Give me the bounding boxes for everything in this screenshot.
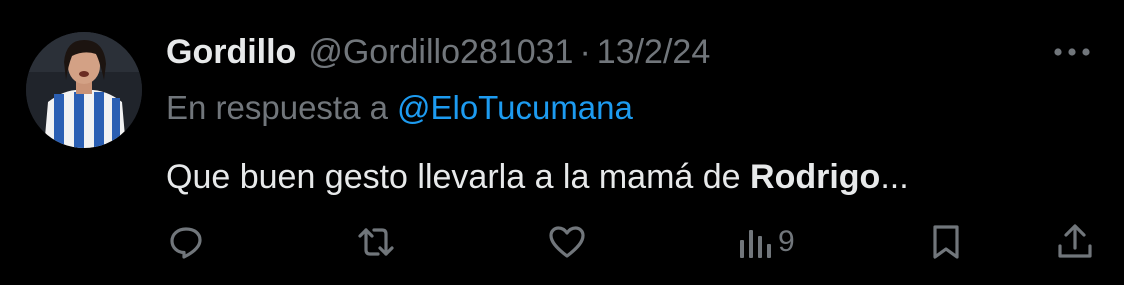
avatar[interactable] xyxy=(26,32,142,148)
tweet-text-prefix: Que buen gesto llevarla a la mamá de xyxy=(166,157,751,196)
display-name[interactable]: Gordillo xyxy=(166,33,296,72)
reply-button[interactable] xyxy=(166,222,206,262)
user-handle[interactable]: @Gordillo281031 xyxy=(308,33,573,72)
bookmark-icon xyxy=(933,225,959,259)
separator-dot: · xyxy=(579,32,591,71)
retweet-icon xyxy=(358,228,394,256)
retweet-button[interactable] xyxy=(356,222,396,262)
tweet-text: Que buen gesto llevarla a la mamá de Rod… xyxy=(166,154,909,200)
tweet-text-suffix: ... xyxy=(880,157,909,196)
tweet-text-bold: Rodrigo xyxy=(750,157,881,196)
tweet-header: Gordillo @Gordillo281031 · 13/2/24 xyxy=(166,30,710,74)
more-dots-icon xyxy=(1054,48,1090,56)
like-button[interactable] xyxy=(547,222,587,262)
views-icon xyxy=(740,230,771,258)
avatar-image xyxy=(26,32,142,148)
tweet-date[interactable]: 13/2/24 xyxy=(597,33,710,72)
share-icon xyxy=(1058,224,1092,258)
reply-mention-link[interactable]: @EloTucumana xyxy=(397,89,633,127)
share-button[interactable] xyxy=(1055,222,1095,262)
views-count: 9 xyxy=(778,225,795,258)
bookmark-button[interactable] xyxy=(928,222,964,262)
tweet[interactable]: Gordillo @Gordillo281031 · 13/2/24 En re… xyxy=(0,0,1124,285)
reply-context: En respuesta a @EloTucumana xyxy=(166,86,633,130)
reply-icon xyxy=(170,227,202,259)
views-button[interactable]: 9 xyxy=(738,222,795,262)
reply-prefix: En respuesta a xyxy=(166,89,388,126)
heart-icon xyxy=(549,226,585,258)
more-options-button[interactable] xyxy=(1052,38,1092,66)
